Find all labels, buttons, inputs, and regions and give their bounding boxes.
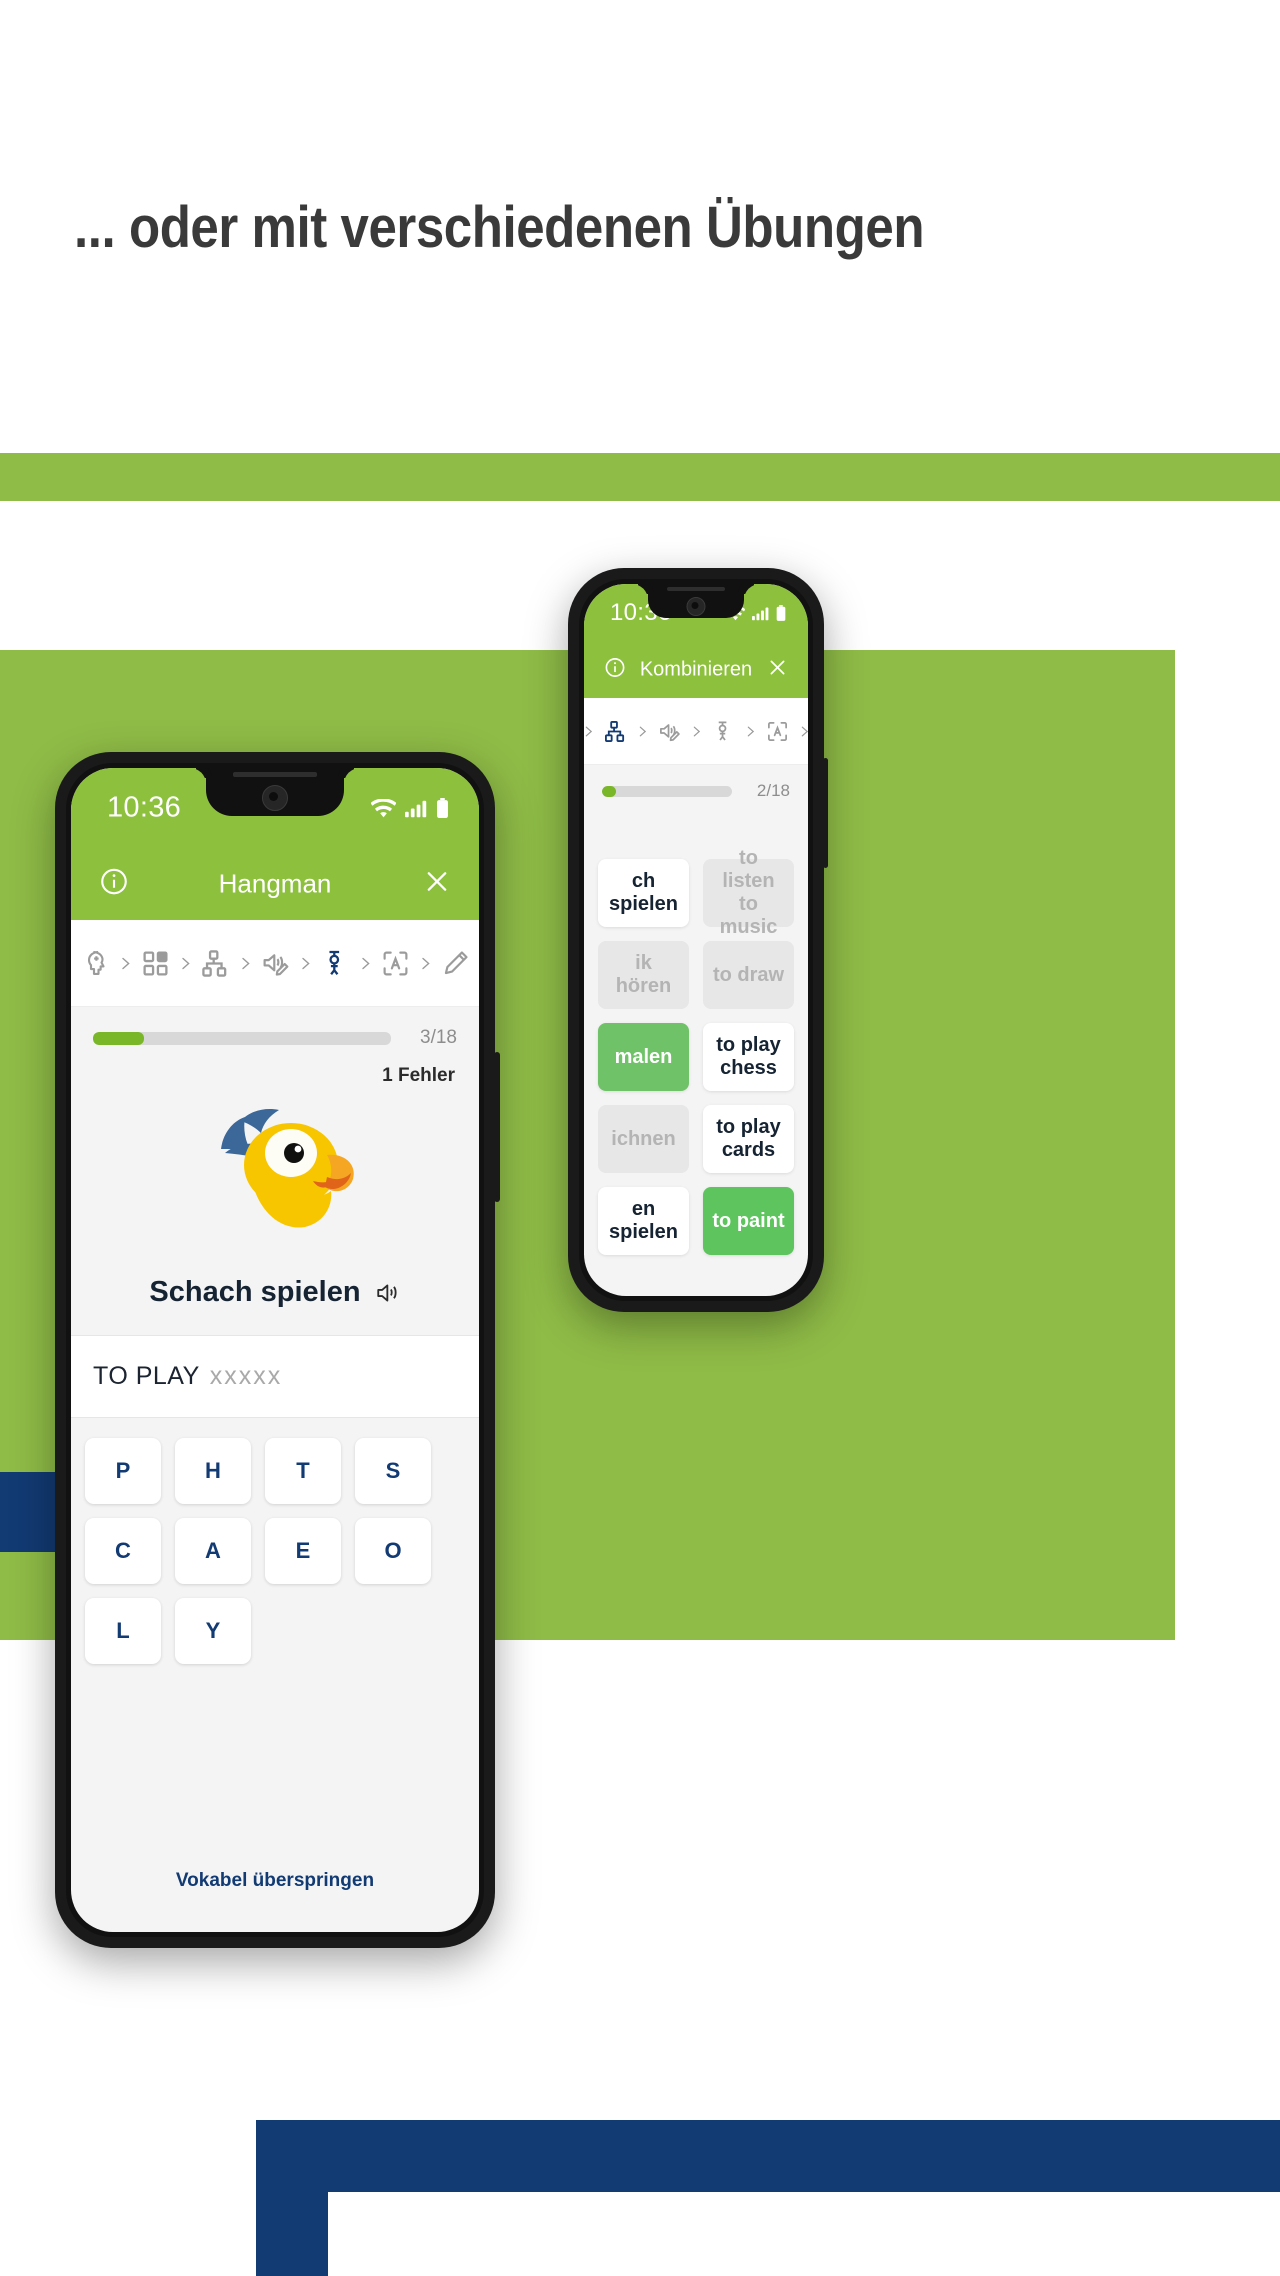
front-phone-progress: 3/18 (71, 1007, 479, 1051)
hangman-icon[interactable] (712, 720, 735, 743)
back-phone: 10:36 Kombinieren 2/18 ch spielen ik hör… (568, 568, 828, 1312)
hierarchy-icon[interactable] (604, 720, 627, 743)
progress-bar (602, 785, 732, 797)
letter-key[interactable]: L (85, 1598, 161, 1664)
letter-key[interactable]: P (85, 1438, 161, 1504)
match-column-left: ch spielen ik hören malen ichnen en spie… (598, 859, 689, 1255)
bg-white-left (0, 501, 170, 650)
signal-icon (752, 606, 769, 621)
navy-accent-bottom (256, 2120, 1280, 2192)
match-cell[interactable]: ik hören (598, 941, 689, 1009)
chevron-right-icon (744, 725, 757, 738)
speaker-write-icon[interactable] (658, 720, 681, 743)
progress-label: 2/18 (756, 781, 790, 800)
speaker-icon[interactable] (375, 1280, 401, 1306)
answer-field[interactable]: TO PLAY xxxxx (71, 1335, 479, 1418)
head-plus-icon[interactable] (80, 948, 110, 978)
letter-key[interactable]: E (265, 1518, 341, 1584)
letter-key[interactable]: Y (175, 1598, 251, 1664)
back-phone-progress: 2/18 (584, 765, 808, 805)
back-phone-earpiece (667, 587, 725, 591)
close-icon[interactable] (423, 868, 451, 901)
bg-band-top (0, 453, 1280, 501)
match-cell[interactable]: to draw (703, 941, 794, 1009)
wifi-icon (371, 798, 396, 818)
chevron-right-icon (238, 956, 253, 971)
bg-white-right (1175, 650, 1280, 1640)
match-cell[interactable]: malen (598, 1023, 689, 1091)
letter-key[interactable]: S (355, 1438, 431, 1504)
letter-key[interactable]: T (265, 1438, 341, 1504)
back-phone-appbar: Kombinieren (584, 642, 808, 698)
match-column-right: to listen to music to draw to play chess… (703, 847, 794, 1255)
mascot-area: Schach spielen (71, 1087, 479, 1335)
answer-blank-letters: xxxxx (209, 1362, 283, 1390)
back-phone-bezel: 10:36 Kombinieren 2/18 ch spielen ik hör… (579, 579, 813, 1301)
parrot-mascot (187, 1103, 363, 1258)
progress-label: 3/18 (420, 1027, 457, 1048)
back-phone-breadcrumb (584, 698, 808, 765)
answer-solved-letters: TO PLAY (93, 1362, 200, 1390)
progress-fill (602, 785, 617, 797)
skip-vocab-button[interactable]: Vokabel überspringen (71, 1870, 479, 1892)
letter-keyboard: P H T S C A E O L Y (71, 1418, 479, 1664)
match-cell[interactable]: ichnen (598, 1105, 689, 1173)
match-grid: ch spielen ik hören malen ichnen en spie… (584, 845, 808, 1255)
speaker-write-icon[interactable] (261, 949, 290, 978)
chevron-right-icon (118, 956, 133, 971)
front-phone-appbar: Hangman (71, 848, 479, 920)
progress-bar (93, 1031, 391, 1045)
signal-icon (405, 799, 427, 818)
battery-icon (436, 798, 449, 818)
front-phone-title: Hangman (218, 868, 332, 899)
hierarchy-icon[interactable] (201, 949, 230, 978)
scan-text-icon[interactable] (766, 720, 789, 743)
letter-key[interactable]: A (175, 1518, 251, 1584)
poster-canvas: 10:36 Kombinieren 2/18 ch spielen ik hör… (0, 0, 1280, 2276)
match-cell[interactable]: to play chess (703, 1023, 794, 1091)
battery-icon (776, 605, 786, 621)
status-time: 10:36 (107, 791, 182, 824)
match-cell[interactable]: to paint (703, 1187, 794, 1255)
hangman-icon[interactable] (321, 949, 350, 978)
error-count-label: 1 Fehler (71, 1051, 479, 1087)
front-phone: 10:36 Hangman 3/18 1 Fehler Schach spiel… (55, 752, 500, 1948)
back-phone-side-button[interactable] (823, 758, 828, 868)
chevron-right-icon (798, 725, 809, 738)
front-phone-screen: 10:36 Hangman 3/18 1 Fehler Schach spiel… (71, 768, 479, 1932)
match-cell[interactable]: to play cards (703, 1105, 794, 1173)
back-phone-spacer (584, 805, 808, 845)
front-camera-icon (262, 785, 288, 811)
letter-key[interactable]: H (175, 1438, 251, 1504)
front-phone-bezel: 10:36 Hangman 3/18 1 Fehler Schach spiel… (66, 763, 484, 1937)
prompt-word-line: Schach spielen (149, 1258, 400, 1335)
page-headline: ... oder mit verschiedenen Übungen (74, 195, 925, 260)
front-phone-side-button[interactable] (494, 1052, 500, 1202)
close-icon[interactable] (767, 657, 788, 683)
chevron-right-icon (584, 725, 595, 738)
chevron-right-icon (178, 956, 193, 971)
letter-key[interactable]: C (85, 1518, 161, 1584)
grid-icon[interactable] (141, 949, 170, 978)
chevron-right-icon (418, 956, 433, 971)
prompt-word: Schach spielen (149, 1276, 361, 1308)
scan-text-icon[interactable] (381, 949, 410, 978)
match-cell[interactable]: ch spielen (598, 859, 689, 927)
back-phone-screen: 10:36 Kombinieren 2/18 ch spielen ik hör… (584, 584, 808, 1296)
navy-accent-bottom-stem (256, 2120, 328, 2276)
chevron-right-icon (298, 956, 313, 971)
front-phone-earpiece (233, 772, 317, 777)
pencil-icon[interactable] (441, 949, 470, 978)
chevron-right-icon (690, 725, 703, 738)
chevron-right-icon (358, 956, 373, 971)
chevron-right-icon (636, 725, 649, 738)
letter-key[interactable]: O (355, 1518, 431, 1584)
progress-fill (93, 1031, 144, 1045)
match-cell[interactable]: en spielen (598, 1187, 689, 1255)
match-cell[interactable]: to listen to music (703, 847, 794, 938)
front-phone-breadcrumb (71, 920, 479, 1007)
status-icons (371, 798, 449, 818)
front-camera-icon (686, 597, 706, 616)
